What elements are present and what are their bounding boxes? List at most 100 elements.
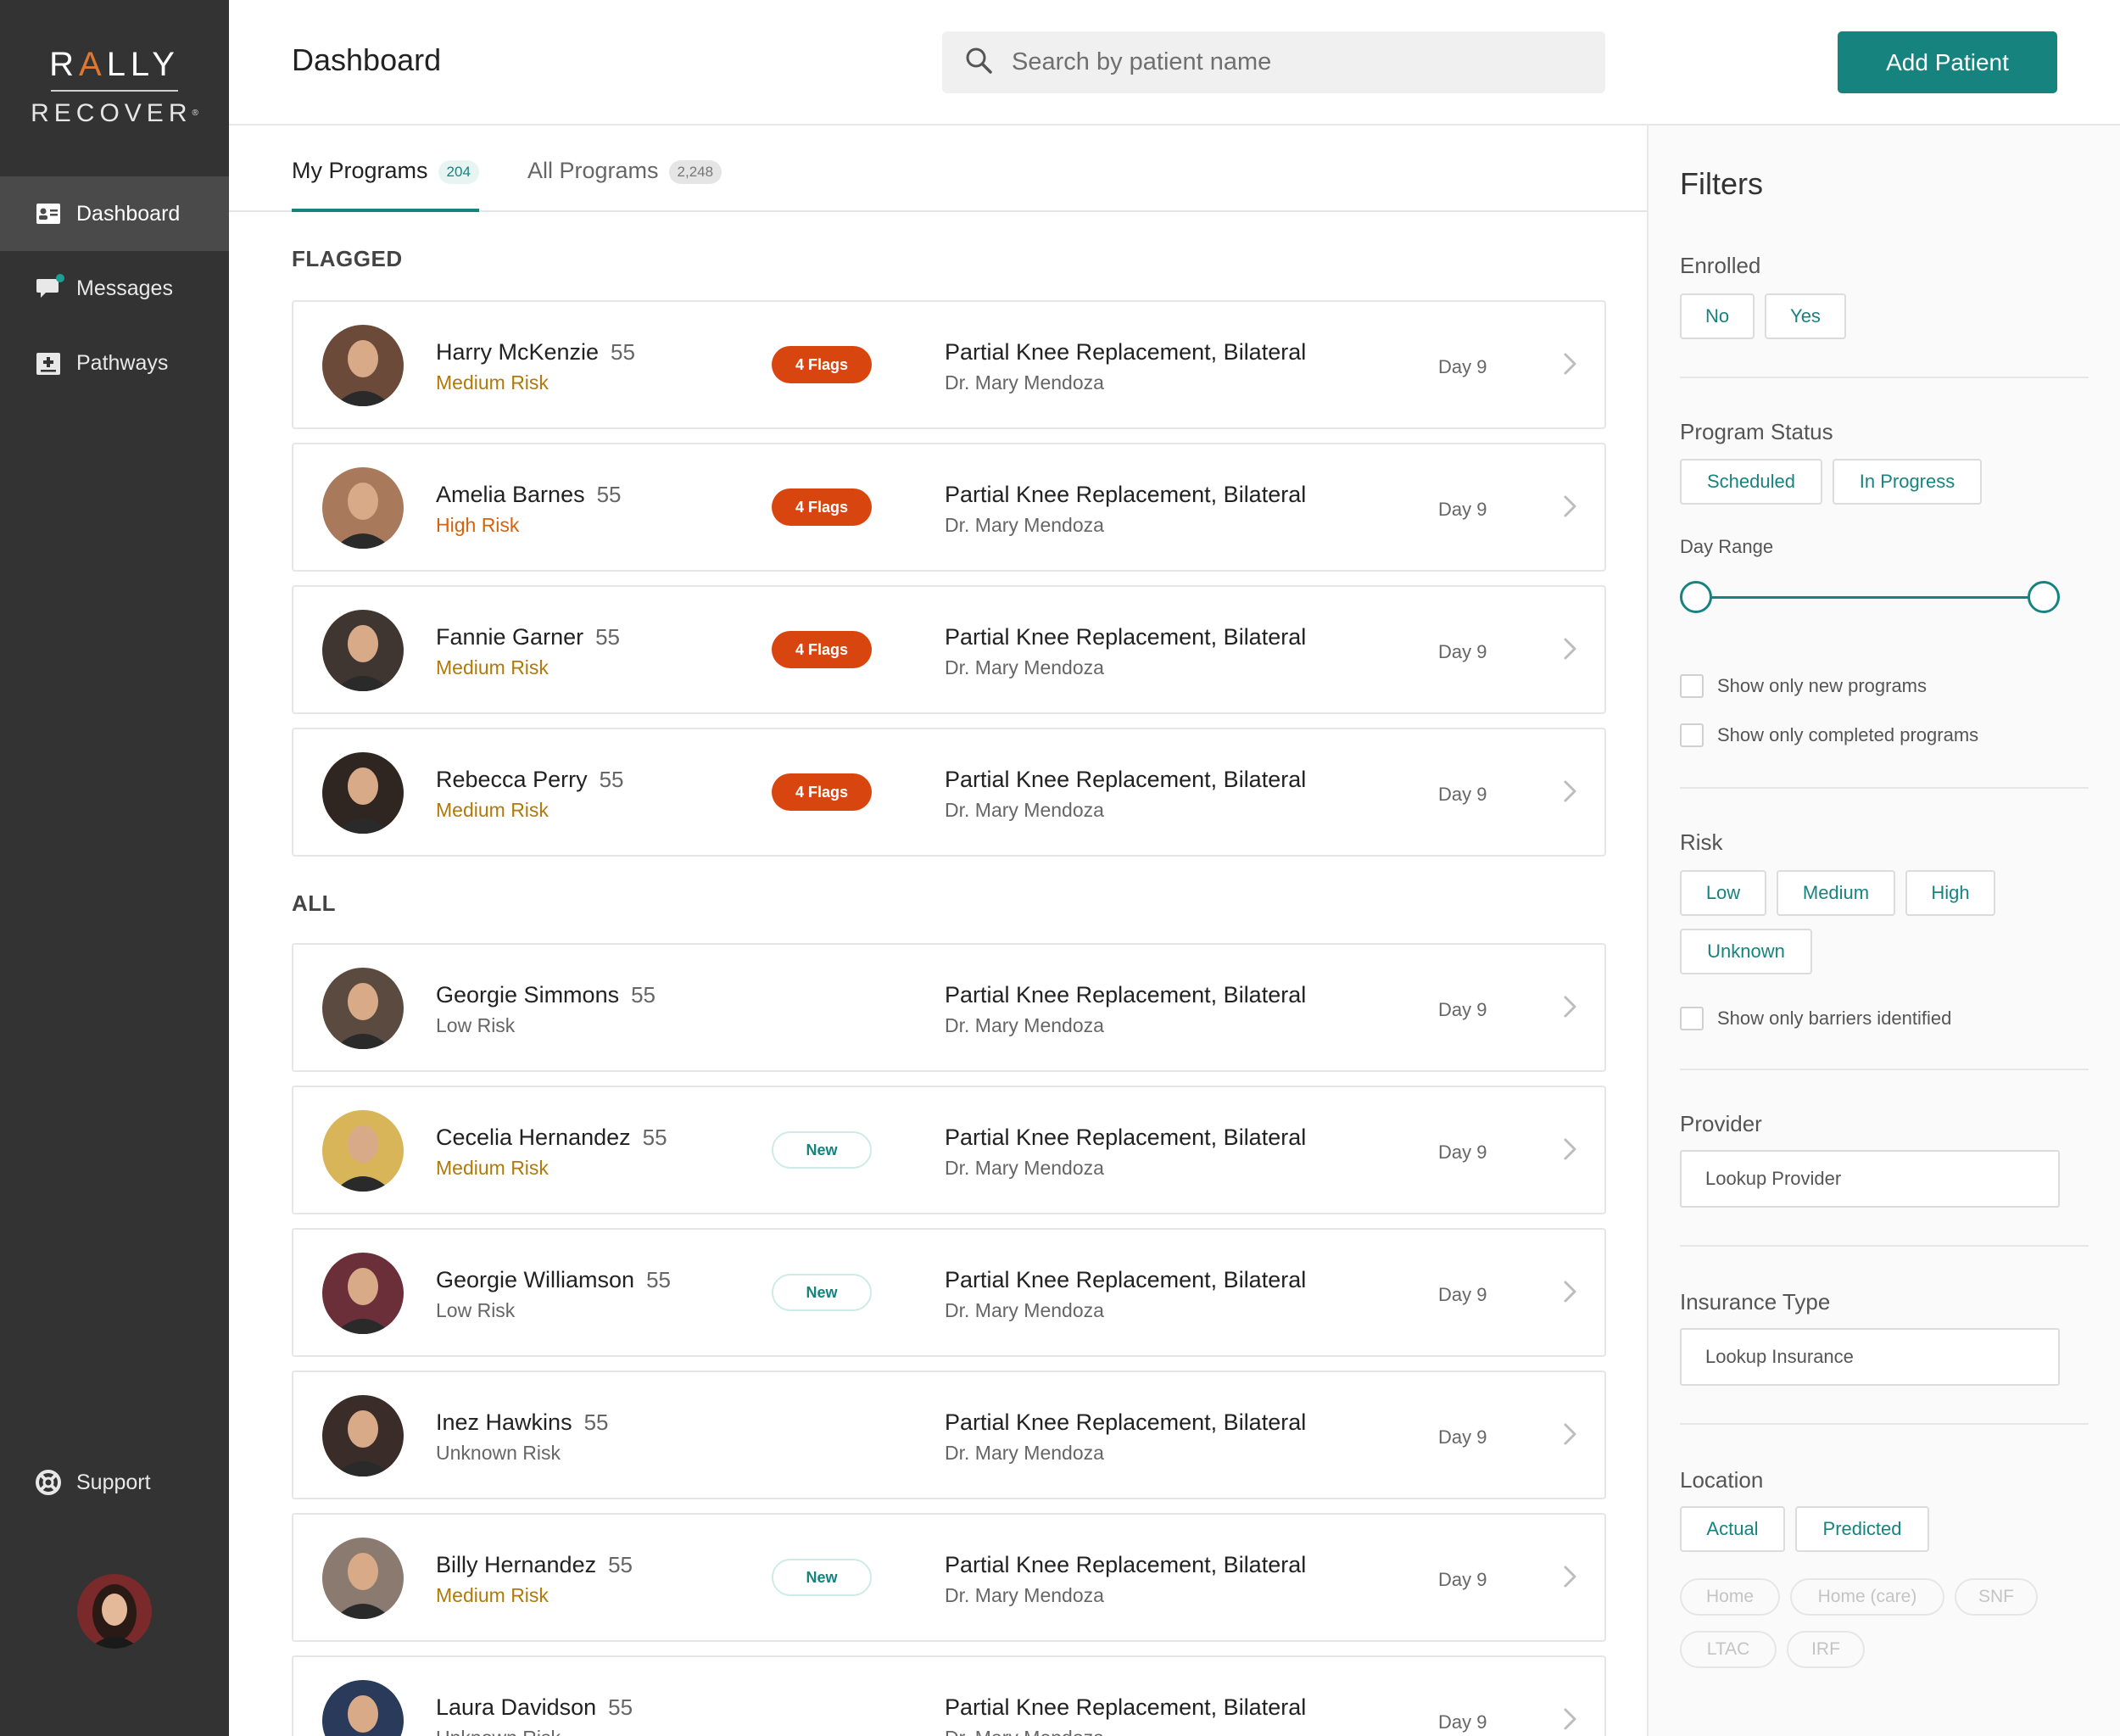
status-badge: 4 Flags (772, 488, 872, 526)
procedure-name: Partial Knee Replacement, Bilateral (945, 624, 1307, 650)
location-home-care-chip[interactable]: Home (care) (1790, 1578, 1944, 1616)
patient-avatar (322, 1538, 404, 1619)
user-avatar[interactable] (77, 1574, 152, 1649)
program-day: Day 9 (1438, 499, 1487, 520)
chevron-right-icon (1559, 351, 1581, 377)
doctor-name: Dr. Mary Mendoza (945, 656, 1104, 678)
location-ltac-chip[interactable]: LTAC (1680, 1631, 1777, 1668)
patient-card[interactable]: Amelia Barnes 55 High Risk 4 Flags Partia… (292, 443, 1606, 572)
program-day: Day 9 (1438, 1142, 1487, 1163)
patient-avatar (322, 467, 404, 549)
doctor-name: Dr. Mary Mendoza (945, 1584, 1104, 1606)
location-home-chip[interactable]: Home (1680, 1578, 1780, 1616)
location-actual-chip[interactable]: Actual (1680, 1506, 1785, 1552)
medical-kit-icon (36, 350, 61, 376)
insurance-lookup-input[interactable] (1680, 1328, 2060, 1386)
lifebuoy-icon (36, 1470, 61, 1495)
risk-low-chip[interactable]: Low (1680, 870, 1766, 916)
filter-divider (1680, 1245, 2089, 1247)
sidebar-item-dashboard[interactable]: Dashboard (0, 176, 229, 251)
status-badge: New (772, 1131, 872, 1169)
doctor-name: Dr. Mary Mendoza (945, 1014, 1104, 1036)
sidebar-nav: Dashboard Messages Pathways (0, 176, 229, 400)
enrolled-yes-chip[interactable]: Yes (1765, 293, 1846, 339)
add-patient-button[interactable]: Add Patient (1838, 31, 2057, 93)
support-label: Support (76, 1470, 151, 1494)
program-day: Day 9 (1438, 1711, 1487, 1733)
show-barriers-checkbox[interactable]: Show only barriers identified (1680, 1007, 1951, 1030)
checkbox-box[interactable] (1680, 674, 1704, 698)
status-in-progress-chip[interactable]: In Progress (1833, 459, 1982, 505)
tab-count-badge: 204 (438, 160, 479, 184)
patient-avatar (322, 1110, 404, 1192)
day-range-slider[interactable] (1680, 580, 2060, 614)
risk-level: Unknown Risk (436, 1727, 561, 1736)
patient-card[interactable]: Inez Hawkins 55 Unknown Risk Partial Knee… (292, 1370, 1606, 1499)
search-input[interactable] (1012, 48, 1571, 76)
patient-name: Georgie Williamson 55 (436, 1267, 671, 1292)
risk-high-chip[interactable]: High (1905, 870, 1995, 916)
doctor-name: Dr. Mary Mendoza (945, 1157, 1104, 1179)
tab-my-programs[interactable]: My Programs 204 (292, 158, 479, 212)
doctor-name: Dr. Mary Mendoza (945, 1442, 1104, 1464)
location-snf-chip[interactable]: SNF (1955, 1578, 2038, 1616)
logo-subtitle: RECOVER® (31, 99, 198, 127)
chat-bubble-icon (36, 274, 64, 301)
risk-level: Unknown Risk (436, 1442, 561, 1464)
patient-card[interactable]: Cecelia Hernandez 55 Medium Risk New Part… (292, 1086, 1606, 1214)
risk-medium-chip[interactable]: Medium (1777, 870, 1895, 916)
patient-age: 55 (631, 982, 656, 1008)
status-scheduled-chip[interactable]: Scheduled (1680, 459, 1822, 505)
show-new-checkbox[interactable]: Show only new programs (1680, 674, 1927, 698)
patient-avatar (322, 1395, 404, 1476)
patient-card[interactable]: Fannie Garner 55 Medium Risk 4 Flags Part… (292, 585, 1606, 714)
doctor-name: Dr. Mary Mendoza (945, 1299, 1104, 1321)
patient-name: Georgie Simmons 55 (436, 982, 656, 1008)
section-heading-all: ALL (292, 890, 337, 916)
risk-level: Low Risk (436, 1014, 516, 1036)
patient-card[interactable]: Georgie Simmons 55 Low Risk Partial Knee … (292, 943, 1606, 1072)
day-range-label: Day Range (1680, 536, 1774, 557)
tab-label: My Programs (292, 158, 428, 183)
patient-age: 55 (596, 482, 622, 507)
checkbox-box[interactable] (1680, 1007, 1704, 1030)
sidebar-item-messages[interactable]: Messages (0, 251, 229, 326)
filter-divider (1680, 1423, 2089, 1425)
chevron-right-icon (1559, 1706, 1581, 1732)
tab-all-programs[interactable]: All Programs 2,248 (527, 158, 722, 212)
patient-name: Amelia Barnes 55 (436, 482, 622, 507)
provider-lookup-input[interactable] (1680, 1150, 2060, 1208)
provider-label: Provider (1680, 1111, 1762, 1136)
patient-card[interactable]: Georgie Williamson 55 Low Risk New Partia… (292, 1228, 1606, 1357)
app-logo[interactable]: RALLY RECOVER® (0, 44, 229, 129)
patient-card[interactable]: Billy Hernandez 55 Medium Risk New Partia… (292, 1513, 1606, 1642)
show-completed-checkbox[interactable]: Show only completed programs (1680, 723, 1978, 747)
tab-label: All Programs (527, 158, 659, 183)
slider-max-handle[interactable] (2028, 581, 2060, 613)
sidebar-item-support[interactable]: Support (0, 1445, 229, 1520)
location-predicted-chip[interactable]: Predicted (1795, 1506, 1929, 1552)
patient-card[interactable]: Laura Davidson55 Unknown Risk Partial Kn… (292, 1655, 1606, 1736)
procedure-name: Partial Knee Replacement, Bilateral (945, 1267, 1307, 1292)
program-day: Day 9 (1438, 784, 1487, 805)
logo-wordmark: RALLY (49, 46, 180, 83)
enrolled-no-chip[interactable]: No (1680, 293, 1755, 339)
patient-name: Rebecca Perry 55 (436, 767, 624, 792)
patient-age: 55 (599, 767, 624, 792)
search-bar[interactable] (942, 31, 1605, 93)
patient-card[interactable]: Harry McKenzie 55 Medium Risk 4 Flags Par… (292, 300, 1606, 429)
risk-unknown-chip[interactable]: Unknown (1680, 929, 1812, 974)
patient-avatar (322, 752, 404, 834)
top-header: Dashboard Add Patient (229, 0, 2120, 126)
patient-age: 55 (646, 1267, 671, 1292)
patient-card[interactable]: Rebecca Perry 55 Medium Risk 4 Flags Part… (292, 728, 1606, 857)
procedure-name: Partial Knee Replacement, Bilateral (945, 1552, 1307, 1577)
program-day: Day 9 (1438, 356, 1487, 377)
chevron-right-icon (1559, 494, 1581, 519)
checkbox-box[interactable] (1680, 723, 1704, 747)
patient-age: 55 (611, 339, 635, 365)
sidebar-item-pathways[interactable]: Pathways (0, 326, 229, 400)
id-card-icon (36, 201, 61, 226)
location-irf-chip[interactable]: IRF (1787, 1631, 1865, 1668)
slider-min-handle[interactable] (1680, 581, 1712, 613)
